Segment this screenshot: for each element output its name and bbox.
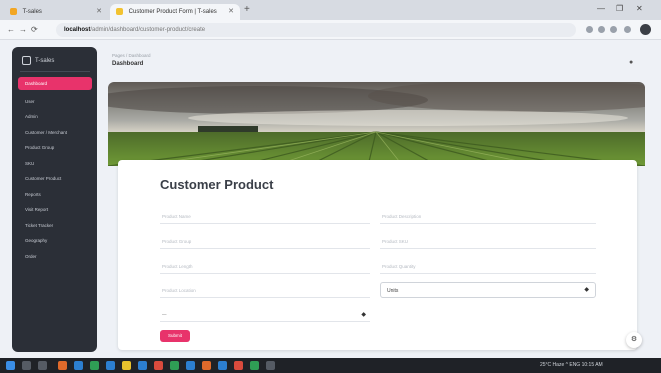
sidebar-item-user[interactable]: User: [18, 96, 92, 107]
app-icon[interactable]: [202, 361, 211, 370]
app-icon[interactable]: [250, 361, 259, 370]
start-icon[interactable]: [6, 361, 15, 370]
sidebar-item-order[interactable]: Order: [18, 251, 92, 262]
unit-select[interactable]: Units ◆: [380, 282, 596, 298]
close-icon[interactable]: ✕: [228, 7, 234, 15]
sidebar-item-customer-merchant[interactable]: Customer / Merchant: [18, 127, 92, 138]
browser-window: T-sales ✕ Customer Product Form | T-sale…: [0, 0, 661, 373]
close-icon[interactable]: ✕: [96, 7, 102, 15]
secondary-select-value: —: [162, 312, 167, 317]
tab-label: T-sales: [22, 9, 42, 16]
product-sku-input[interactable]: Product SKU: [380, 235, 596, 249]
tab-customer-product[interactable]: Customer Product Form | T-sales ✕: [110, 4, 240, 20]
sidebar-brand[interactable]: T-sales: [22, 56, 54, 65]
product-name-input[interactable]: Product Name: [160, 210, 370, 224]
extension-icon[interactable]: [610, 26, 617, 33]
url-host: localhost: [64, 27, 91, 33]
sidebar-divider: [20, 71, 90, 72]
share-icon[interactable]: [586, 26, 593, 33]
forward-icon[interactable]: →: [19, 25, 27, 34]
chevron-down-icon: ◆: [361, 312, 366, 318]
unit-select-value: Units: [387, 288, 399, 294]
reload-icon[interactable]: ⟳: [31, 25, 38, 34]
tab-label: Customer Product Form | T-sales: [128, 9, 217, 16]
app-icon[interactable]: [106, 361, 115, 370]
sidebar-item-product-group[interactable]: Product Group: [18, 142, 92, 153]
product-group-input[interactable]: Product Group: [160, 235, 370, 249]
app-icon[interactable]: [154, 361, 163, 370]
brand-logo-icon: [22, 56, 31, 65]
url-path: /admin/dashboard/customer-product/create: [90, 27, 206, 33]
tab-tsales[interactable]: T-sales ✕: [4, 4, 108, 20]
tab-bar: T-sales ✕ Customer Product Form | T-sale…: [0, 0, 661, 20]
product-location-input[interactable]: Product Location: [160, 284, 370, 298]
app-icon[interactable]: [138, 361, 147, 370]
hero-banner-image: [108, 82, 645, 166]
app-icon[interactable]: [58, 361, 67, 370]
sidebar-item-ticket-tracker[interactable]: Ticket Tracker: [18, 220, 92, 231]
bookmark-icon[interactable]: [598, 26, 605, 33]
product-description-input[interactable]: Product Description: [380, 210, 596, 224]
chevron-down-icon: ◆: [584, 287, 589, 293]
address-bar-row: ← → ⟳ localhost/admin/dashboard/customer…: [0, 20, 661, 40]
page-title: Dashboard: [112, 61, 144, 67]
sidebar-item-sku[interactable]: SKU: [18, 158, 92, 169]
product-quantity-input[interactable]: Product Quantity: [380, 260, 596, 274]
profile-avatar[interactable]: [640, 24, 651, 35]
sidebar-item-admin[interactable]: Admin: [18, 111, 92, 122]
page-tab-icon: [116, 8, 123, 15]
brand-name: T-sales: [35, 58, 55, 65]
search-icon[interactable]: [22, 361, 31, 370]
os-taskbar: 25°C Haze ^ ENG 10:15 AM: [0, 358, 661, 373]
app-icon[interactable]: [186, 361, 195, 370]
app-icon[interactable]: [122, 361, 131, 370]
back-icon[interactable]: ←: [7, 25, 15, 34]
submit-button[interactable]: Submit: [160, 330, 190, 342]
url-input[interactable]: localhost/admin/dashboard/customer-produ…: [56, 23, 576, 37]
sidebar-item-dashboard[interactable]: Dashboard: [18, 77, 92, 90]
sidebar-item-customer-product[interactable]: Customer Product: [18, 173, 92, 184]
app-icon[interactable]: [74, 361, 83, 370]
close-window-button[interactable]: ✕: [636, 4, 643, 13]
settings-fab-icon[interactable]: ⚙: [626, 332, 642, 348]
product-length-input[interactable]: Product Length: [160, 260, 370, 274]
app-icon[interactable]: [170, 361, 179, 370]
app-icon[interactable]: [266, 361, 275, 370]
app-tab-icon: [10, 8, 17, 15]
secondary-select[interactable]: — ◆: [160, 308, 370, 322]
maximize-button[interactable]: ❐: [616, 4, 623, 13]
system-tray[interactable]: 25°C Haze ^ ENG 10:15 AM: [540, 362, 603, 368]
task-view-icon[interactable]: [38, 361, 47, 370]
new-tab-button[interactable]: +: [244, 4, 250, 15]
app-icon[interactable]: [90, 361, 99, 370]
sidebar: T-sales Dashboard User Admin Customer / Mer…: [12, 47, 97, 352]
sidebar-item-visit-report[interactable]: Visit Report: [18, 204, 92, 215]
app-icon[interactable]: [218, 361, 227, 370]
sidebar-item-reports[interactable]: Reports: [18, 189, 92, 200]
breadcrumb: Pages / Dashboard: [112, 53, 151, 58]
notification-bell-icon[interactable]: ●: [629, 59, 633, 66]
menu-icon[interactable]: [624, 26, 631, 33]
minimize-button[interactable]: —: [597, 4, 605, 13]
app-icon[interactable]: [234, 361, 243, 370]
customer-product-form-card: Customer Product Product Name Product De…: [118, 160, 637, 350]
sidebar-item-geography[interactable]: Geography: [18, 235, 92, 246]
form-title: Customer Product: [160, 177, 274, 192]
